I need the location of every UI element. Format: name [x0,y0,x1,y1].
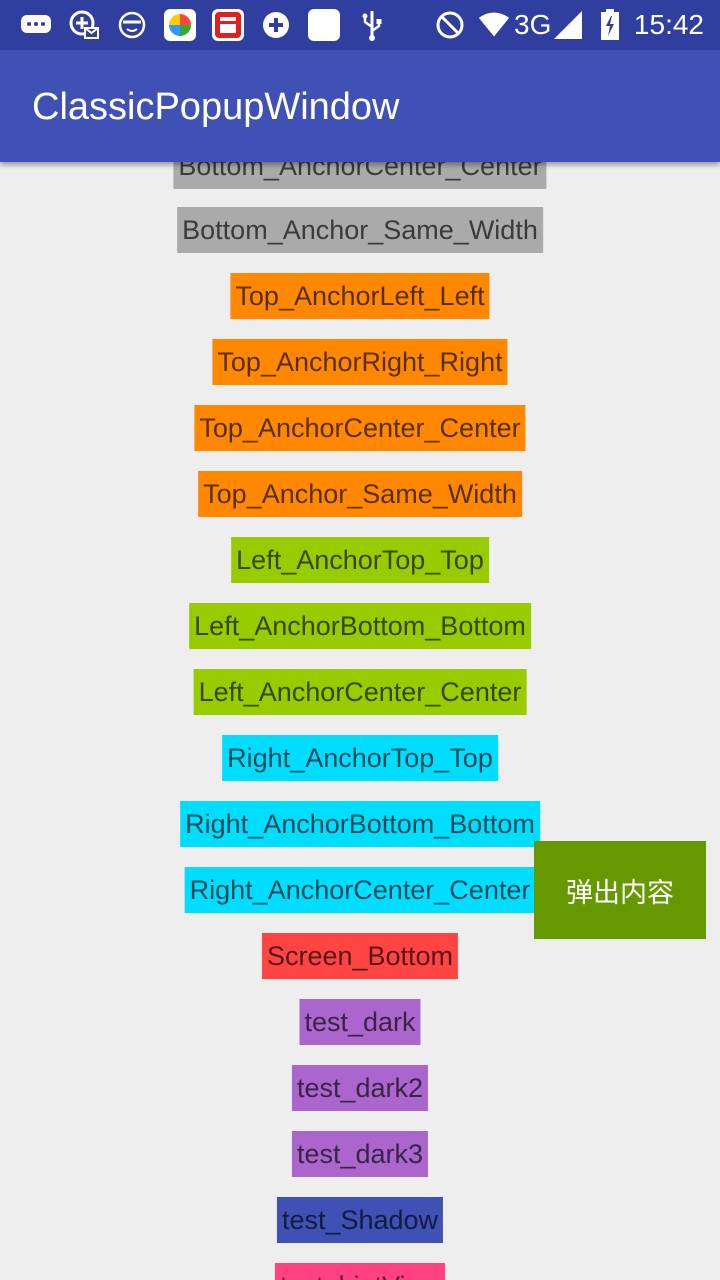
popup-window[interactable]: 弹出内容 [534,841,706,939]
button-list[interactable]: Bottom_AnchorCenter_Center Bottom_Anchor… [0,141,720,1280]
status-bar: 3G 15:42 [0,0,720,50]
network-type: 3G [514,9,552,40]
red-news-app-icon [212,9,244,41]
test-shadow-button[interactable]: test_Shadow [276,1197,444,1243]
do-not-disturb-icon [434,9,466,41]
blank-app-icon [308,9,340,41]
face-icon [116,9,148,41]
screen-bottom-button[interactable]: Screen_Bottom [261,933,459,979]
test-dark-button[interactable]: test_dark [299,999,421,1045]
right-anchor-center-center-button[interactable]: Right_AnchorCenter_Center [184,867,536,913]
camera-mail-icon [68,9,100,41]
top-anchor-left-left-button[interactable]: Top_AnchorLeft_Left [230,273,490,319]
test-hint-view-button[interactable]: test_hintView [274,1263,446,1280]
chat-bubble-icon [20,9,52,41]
right-anchor-top-top-button[interactable]: Right_AnchorTop_Top [222,735,498,781]
top-anchor-right-right-button[interactable]: Top_AnchorRight_Right [212,339,508,385]
battery-icon [594,9,626,41]
right-anchor-bottom-bottom-button[interactable]: Right_AnchorBottom_Bottom [180,801,540,847]
left-anchor-center-center-button[interactable]: Left_AnchorCenter_Center [193,669,527,715]
plus-circle-icon [260,9,292,41]
left-anchor-top-top-button[interactable]: Left_AnchorTop_Top [231,537,489,583]
wifi-icon [478,9,510,41]
test-dark3-button[interactable]: test_dark3 [291,1131,429,1177]
test-dark2-button[interactable]: test_dark2 [291,1065,429,1111]
bottom-anchor-same-width-button[interactable]: Bottom_Anchor_Same_Width [177,207,543,253]
usb-icon [356,9,388,41]
clock: 15:42 [633,9,704,40]
popup-content-text: 弹出内容 [566,877,674,909]
color-wheel-app-icon [164,9,196,41]
page-title: ClassicPopupWindow [32,86,400,128]
top-anchor-same-width-button[interactable]: Top_Anchor_Same_Width [198,471,522,517]
app-bar: ClassicPopupWindow [0,50,720,162]
signal-icon [552,9,584,41]
left-anchor-bottom-bottom-button[interactable]: Left_AnchorBottom_Bottom [189,603,531,649]
top-anchor-center-center-button[interactable]: Top_AnchorCenter_Center [194,405,526,451]
